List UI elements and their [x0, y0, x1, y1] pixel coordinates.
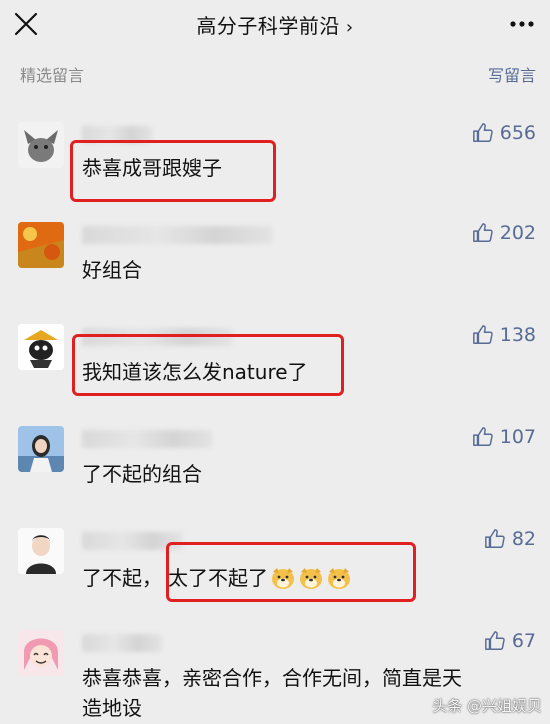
like-button[interactable]: 656 [472, 122, 536, 144]
avatar[interactable] [18, 426, 64, 472]
highlight-box [166, 542, 416, 602]
like-button[interactable]: 67 [484, 630, 536, 652]
comment-text-part-a: 了不起， [82, 566, 162, 590]
highlight-box [70, 140, 276, 202]
thumbs-up-icon [484, 631, 505, 650]
like-count: 202 [499, 222, 536, 244]
title-text: 高分子科学前沿 [196, 14, 340, 38]
comment-text: 了不起的组合 [82, 462, 202, 486]
top-bar: 高分子科学前沿 › [0, 0, 550, 52]
watermark: 头条 @兴姐娱贝 [432, 697, 542, 715]
thumbs-up-icon [472, 427, 493, 446]
username-blurred [82, 634, 162, 652]
avatar[interactable] [18, 528, 64, 574]
chevron-right-icon: › [345, 17, 354, 38]
comments-section-header: 精选留言 写留言 [0, 58, 550, 88]
comment-text: 好组合 [82, 258, 142, 282]
like-count: 67 [511, 630, 536, 652]
like-button[interactable]: 138 [472, 324, 536, 346]
more-icon[interactable] [508, 14, 536, 34]
write-comment-link[interactable]: 写留言 [488, 62, 536, 86]
like-button[interactable]: 82 [484, 528, 536, 550]
like-count: 656 [499, 122, 536, 144]
thumbs-up-icon [484, 529, 505, 548]
highlight-box [72, 334, 344, 396]
username-blurred [82, 226, 272, 244]
thumbs-up-icon [472, 223, 493, 242]
avatar[interactable] [18, 324, 64, 370]
like-count: 107 [499, 426, 536, 448]
thumbs-up-icon [472, 325, 493, 344]
like-button[interactable]: 202 [472, 222, 536, 244]
comment-text-line-1: 恭喜恭喜，亲密合作，合作无间，简直是天 [82, 666, 462, 690]
like-count: 138 [499, 324, 536, 346]
comment-text-line-2: 造地设 [82, 696, 142, 720]
like-button[interactable]: 107 [472, 426, 536, 448]
featured-comments-label: 精选留言 [20, 66, 85, 85]
avatar[interactable] [18, 630, 64, 676]
thumbs-up-icon [472, 123, 493, 142]
article-source-title[interactable]: 高分子科学前沿 › [0, 10, 550, 39]
username-blurred [82, 430, 212, 448]
avatar[interactable] [18, 122, 64, 168]
avatar[interactable] [18, 222, 64, 268]
like-count: 82 [511, 528, 536, 550]
